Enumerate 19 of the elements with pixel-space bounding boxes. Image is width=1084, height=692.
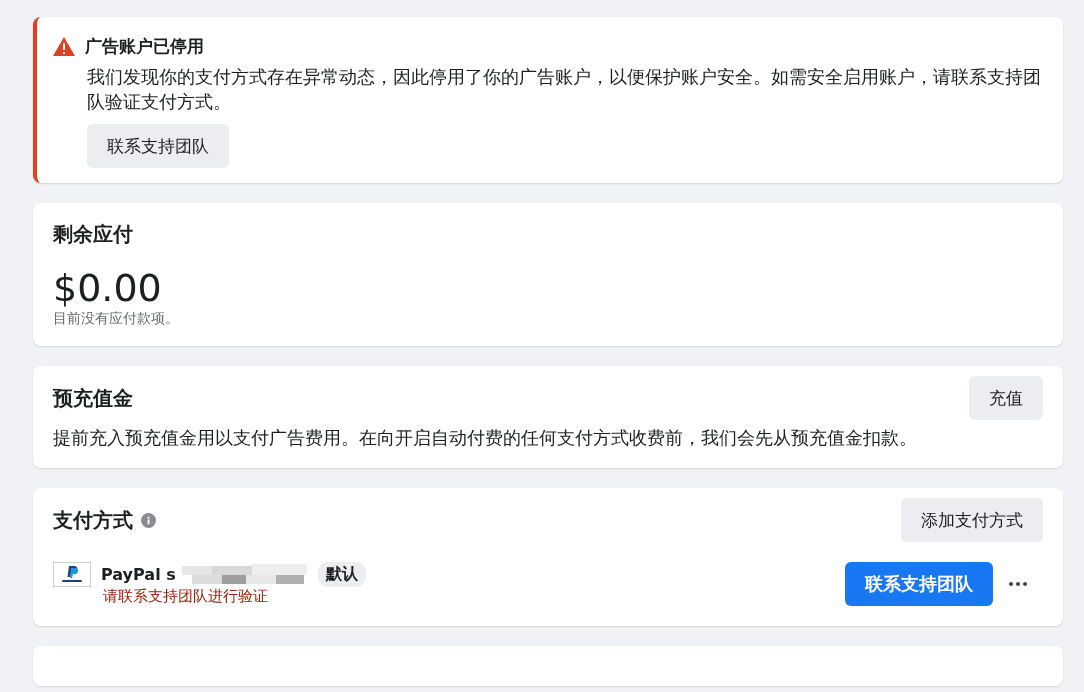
warning-icon [53,37,75,56]
balance-note: 目前没有应付款项。 [53,310,180,328]
alert-title: 广告账户已停用 [85,35,204,58]
section-title: 支付方式 [53,506,133,534]
paypal-logo-icon [53,562,91,587]
contact-support-button[interactable]: 联系支持团队 [845,562,993,606]
section-title: 预充值金 [53,384,133,412]
more-icon[interactable] [1009,582,1027,586]
contact-support-button[interactable]: 联系支持团队 [87,124,229,168]
section-title: 剩余应付 [53,221,134,248]
prepaid-description: 提前充入预充值金用以支付广告费用。在向开启自动付费的任何支付方式收费前，我们会先从预充值金扣款。 [53,427,918,450]
payment-method-name: PayPal s [101,565,176,584]
add-payment-method-button[interactable]: 添加支付方式 [901,498,1043,542]
balance-amount: $0.00 [53,266,163,310]
verification-warning: 请联系支持团队进行验证 [103,587,269,606]
info-icon[interactable] [141,512,156,528]
alert-message: 我们发现你的支付方式存在异常动态，因此停用了你的广告账户，以便保护账户安全。如需安全启用账户，请联系支持团队验证支付方式。 [87,65,1042,114]
default-badge: 默认 [317,562,366,587]
top-up-button[interactable]: 充值 [969,376,1043,420]
